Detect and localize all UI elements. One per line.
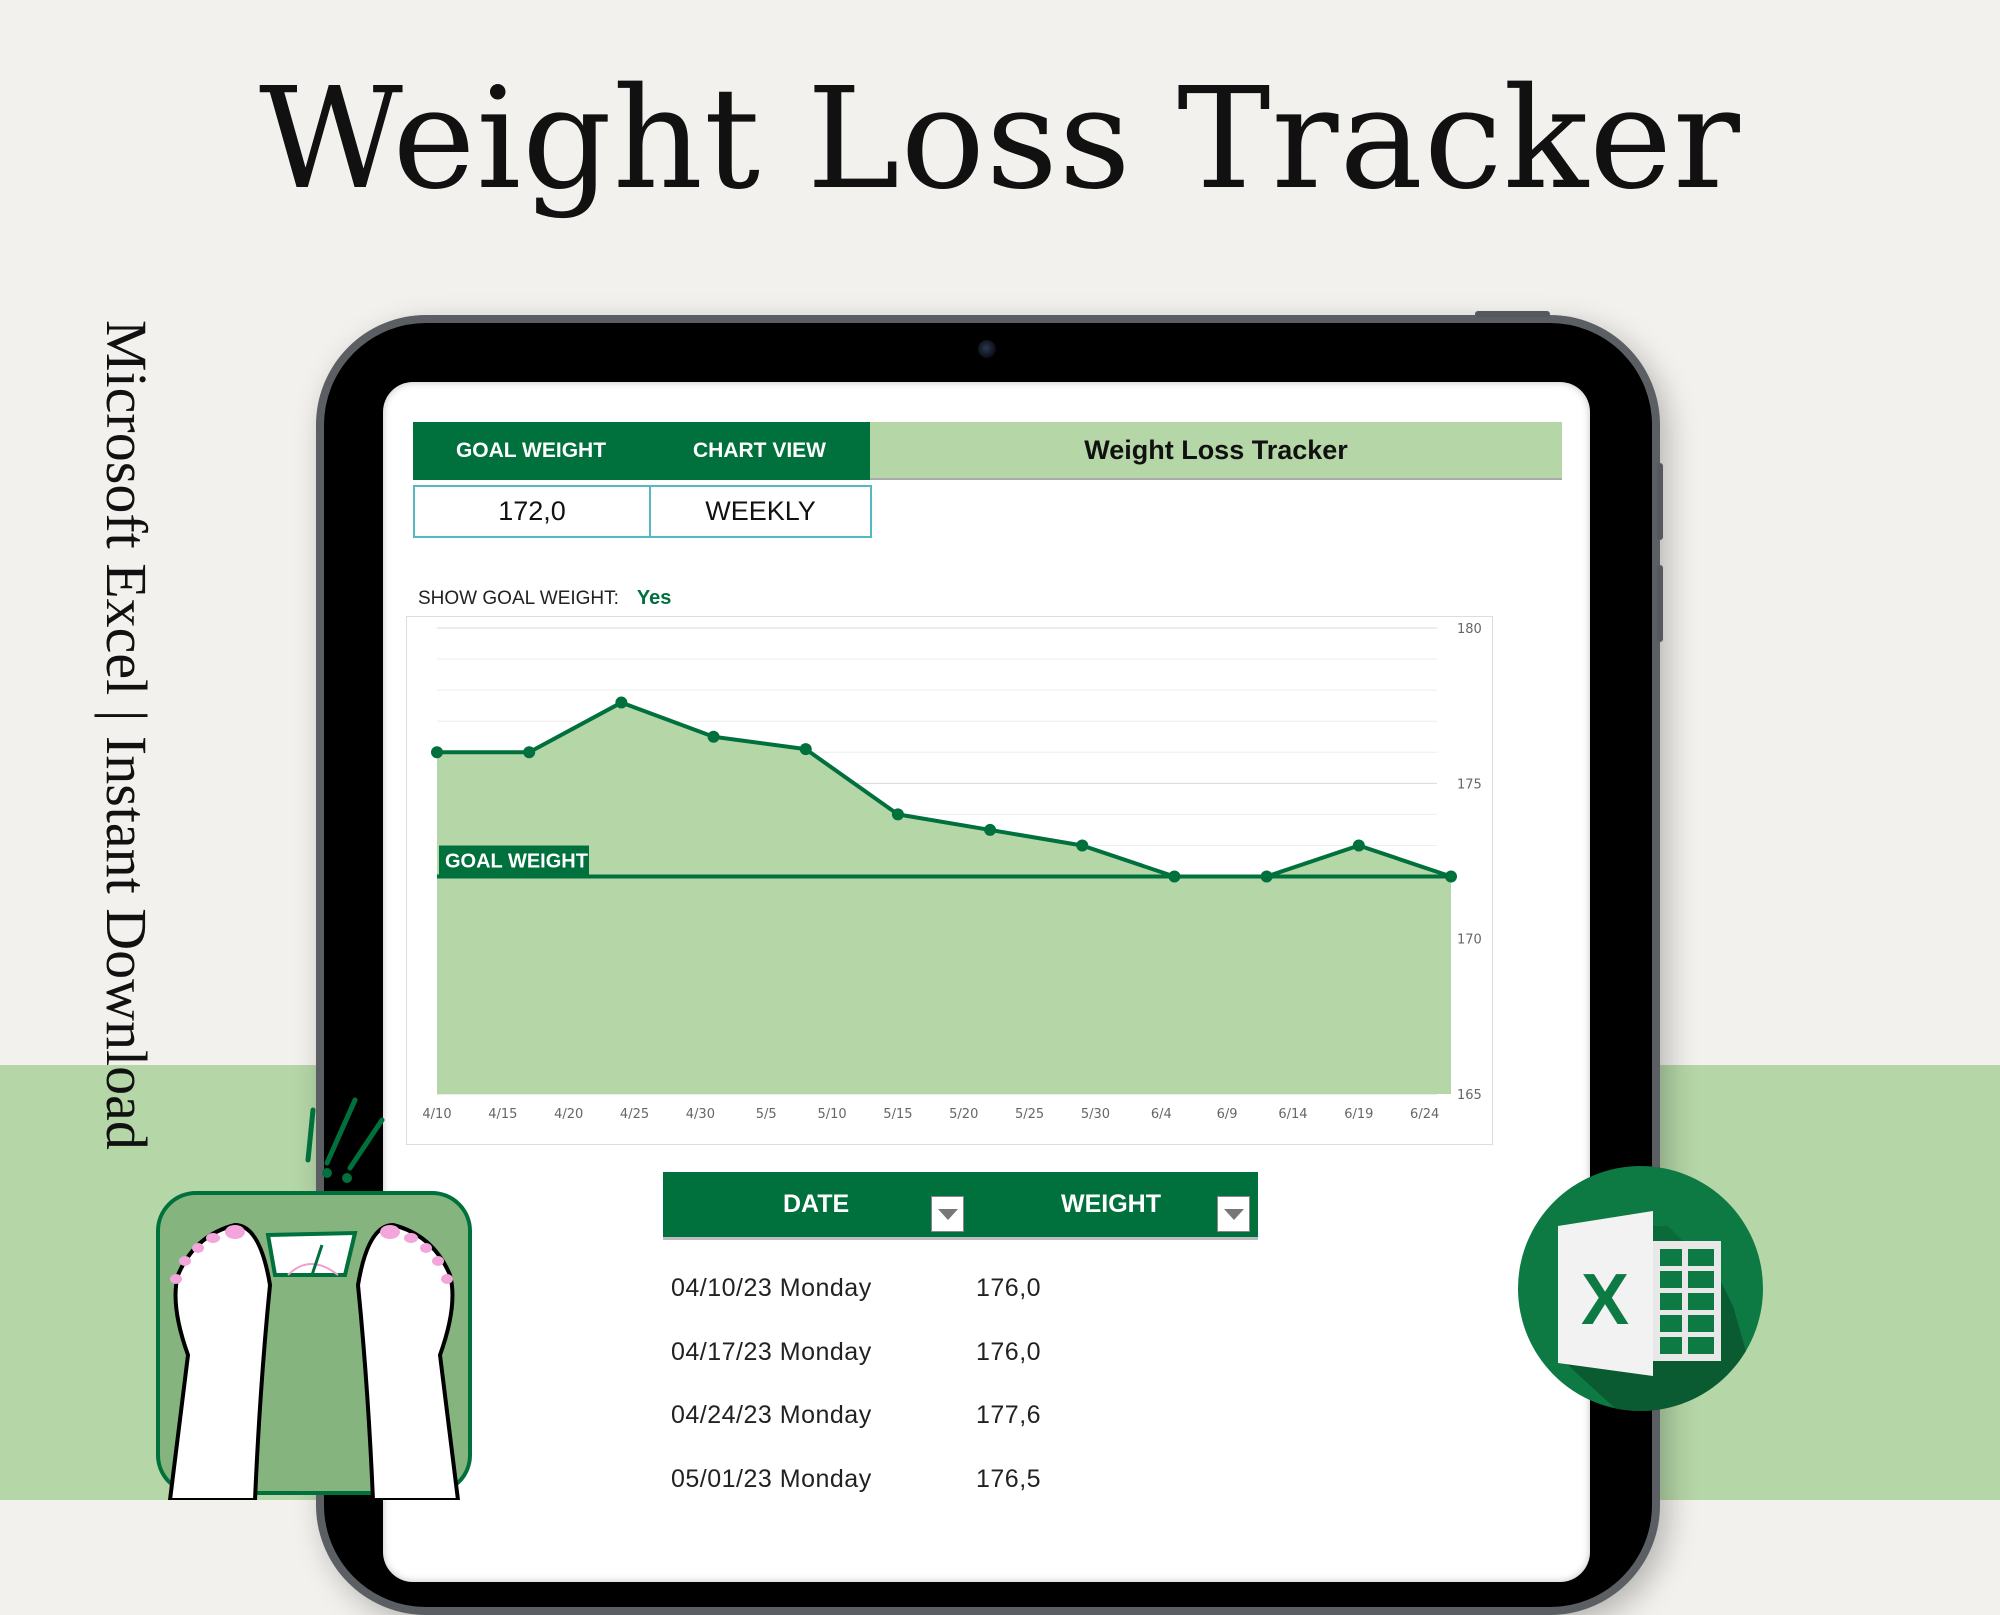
sheet-title: Weight Loss Tracker <box>870 422 1562 480</box>
x-tick-label: 5/30 <box>1081 1107 1110 1122</box>
x-tick-label: 6/14 <box>1278 1107 1307 1122</box>
bathroom-scale-illustration <box>156 1097 472 1500</box>
svg-text:X: X <box>1581 1260 1629 1340</box>
x-tick-label: 5/10 <box>817 1107 846 1122</box>
weight-point <box>431 746 443 759</box>
y-tick-label: 175 <box>1457 777 1482 792</box>
row-weight: 176,0 <box>976 1338 1042 1366</box>
x-tick-label: 5/20 <box>949 1107 978 1122</box>
table-row: 04/24/23 Monday 177,6 <box>671 1401 1041 1430</box>
tablet-screen: GOAL WEIGHT CHART VIEW Weight Loss Track… <box>383 382 1590 1582</box>
x-tick-label: 5/15 <box>883 1107 912 1122</box>
weight-column-label: WEIGHT <box>1061 1190 1161 1218</box>
x-tick-label: 6/24 <box>1410 1107 1439 1122</box>
show-goal-weight-toggle[interactable]: Yes <box>637 587 671 609</box>
chart-view-value: WEEKLY <box>705 496 816 526</box>
weight-chart: GOAL WEIGHT 180 175 170 165 4/10 4/15 4/20 4/25 4… <box>406 616 1493 1145</box>
weight-filter-button[interactable] <box>1217 1196 1250 1232</box>
table-row: 04/10/23 Monday 176,0 <box>671 1274 1041 1303</box>
weight-point <box>799 743 812 756</box>
dropdown-arrow-icon <box>937 1208 958 1220</box>
tablet-top-button <box>1475 311 1550 317</box>
x-tick-label: 6/4 <box>1151 1107 1172 1122</box>
side-caption: Microsoft Excel | Instant Download <box>94 320 159 1150</box>
table-row: 04/17/23 Monday 176,0 <box>671 1338 1041 1367</box>
weight-point <box>523 746 536 759</box>
y-tick-label: 165 <box>1457 1088 1482 1103</box>
x-tick-label: 5/5 <box>756 1107 777 1122</box>
dropdown-arrow-icon <box>1223 1208 1244 1220</box>
show-goal-weight-row: SHOW GOAL WEIGHT: Yes <box>418 587 671 610</box>
chart-view-header: CHART VIEW <box>649 422 870 480</box>
weight-point <box>1445 870 1457 883</box>
x-tick-label: 6/9 <box>1217 1107 1238 1122</box>
x-tick-label: 4/25 <box>620 1107 649 1122</box>
row-date: 05/01/23 Monday <box>671 1465 872 1493</box>
y-tick-label: 180 <box>1457 622 1482 637</box>
table-header: DATE WEIGHT <box>663 1172 1258 1240</box>
weight-point <box>1260 870 1273 883</box>
weight-chart-svg: GOAL WEIGHT1801751701654/10 4/15 4/20 4/25 4… <box>422 622 1482 1122</box>
goal-weight-header-label: GOAL WEIGHT <box>455 439 607 462</box>
front-camera <box>978 340 996 358</box>
show-goal-weight-label: SHOW GOAL WEIGHT: <box>418 588 619 609</box>
goal-weight-header: GOAL WEIGHT <box>413 422 649 480</box>
x-tick-label: 4/15 <box>488 1107 517 1122</box>
weight-point <box>891 808 904 821</box>
date-column-label: DATE <box>783 1190 850 1218</box>
row-weight: 176,5 <box>976 1465 1042 1493</box>
weight-point <box>1168 870 1181 883</box>
tablet-volume-down-button <box>1657 565 1663 642</box>
row-weight: 176,0 <box>976 1274 1042 1302</box>
goal-weight-label: GOAL WEIGHT <box>445 851 588 873</box>
y-tick-label: 170 <box>1457 933 1482 948</box>
x-tick-label: 6/19 <box>1344 1107 1373 1122</box>
weight-point <box>615 696 628 709</box>
goal-weight-input[interactable]: 172,0 <box>413 485 651 538</box>
date-column-header: DATE <box>783 1172 849 1237</box>
x-tick-label: 5/25 <box>1015 1107 1044 1122</box>
row-weight: 177,6 <box>976 1401 1042 1429</box>
weight-point <box>984 823 997 836</box>
x-tick-label: 4/20 <box>554 1107 583 1122</box>
chart-view-select[interactable]: WEEKLY <box>649 485 872 538</box>
banner-title: Weight Loss Tracker <box>259 58 1741 221</box>
table-row: 05/01/23 Monday 176,5 <box>671 1465 1041 1494</box>
goal-weight-value: 172,0 <box>498 496 566 526</box>
row-date: 04/24/23 Monday <box>671 1401 872 1429</box>
weight-column-header: WEIGHT <box>1061 1172 1161 1237</box>
date-filter-button[interactable] <box>931 1196 964 1232</box>
tablet-volume-up-button <box>1657 463 1663 540</box>
excel-logo-icon: X <box>1518 1166 1763 1411</box>
row-date: 04/10/23 Monday <box>671 1274 872 1302</box>
row-date: 04/17/23 Monday <box>671 1338 872 1366</box>
x-tick-label: 4/30 <box>686 1107 715 1122</box>
weight-area <box>437 702 1451 1094</box>
sheet-title-text: Weight Loss Tracker <box>1084 434 1348 465</box>
weight-point <box>707 730 720 743</box>
weight-point <box>1076 839 1089 852</box>
chart-view-header-label: CHART VIEW <box>693 439 826 462</box>
weight-point <box>1352 839 1365 852</box>
